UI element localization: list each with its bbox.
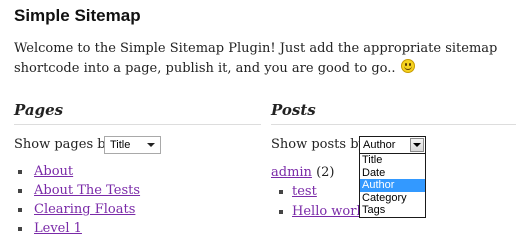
list-item: About The Tests xyxy=(16,181,140,200)
dropdown-option-author[interactable]: Author xyxy=(360,179,425,192)
author-group-heading: admin (2) xyxy=(271,165,335,180)
page-link-about[interactable]: About xyxy=(34,164,73,179)
page-link-clearing-floats[interactable]: Clearing Floats xyxy=(34,202,135,217)
pages-list: About About The Tests Clearing Floats Le… xyxy=(16,162,140,238)
list-item: Level 1 xyxy=(16,219,140,238)
posts-sort-select[interactable]: Author xyxy=(359,136,426,154)
show-posts-label: Show posts by: xyxy=(271,137,371,152)
intro-text: Welcome to the Simple Sitemap Plugin! Ju… xyxy=(14,39,524,79)
show-pages-label: Show pages by: xyxy=(14,137,118,152)
pages-divider xyxy=(14,124,261,125)
author-link[interactable]: admin xyxy=(271,165,312,180)
pages-sort-value: Title xyxy=(110,139,131,151)
list-item: Clearing Floats xyxy=(16,200,140,219)
chevron-down-icon xyxy=(147,143,155,147)
dropdown-option-tags[interactable]: Tags xyxy=(360,204,425,217)
dropdown-option-title[interactable]: Title xyxy=(360,154,425,167)
posts-divider xyxy=(271,124,516,125)
list-item: About xyxy=(16,162,140,181)
dropdown-button[interactable] xyxy=(410,138,424,152)
posts-sort-dropdown-list: Title Date Author Category Tags xyxy=(359,153,426,218)
posts-sort-value: Author xyxy=(363,139,396,151)
pages-heading: Pages xyxy=(14,101,64,119)
intro-text-content: Welcome to the Simple Sitemap Plugin! Ju… xyxy=(14,41,498,76)
smiley-icon xyxy=(400,59,415,73)
pages-sort-select[interactable]: Title xyxy=(104,136,161,154)
page-title: Simple Sitemap xyxy=(14,6,141,25)
post-link-test[interactable]: test xyxy=(292,184,317,199)
author-post-count: (2) xyxy=(316,165,335,180)
chevron-down-icon xyxy=(413,143,421,147)
dropdown-option-category[interactable]: Category xyxy=(360,192,425,205)
page-link-level-1[interactable]: Level 1 xyxy=(34,221,82,236)
posts-heading: Posts xyxy=(271,101,316,119)
page-link-about-the-tests[interactable]: About The Tests xyxy=(34,183,140,198)
dropdown-option-date[interactable]: Date xyxy=(360,167,425,180)
